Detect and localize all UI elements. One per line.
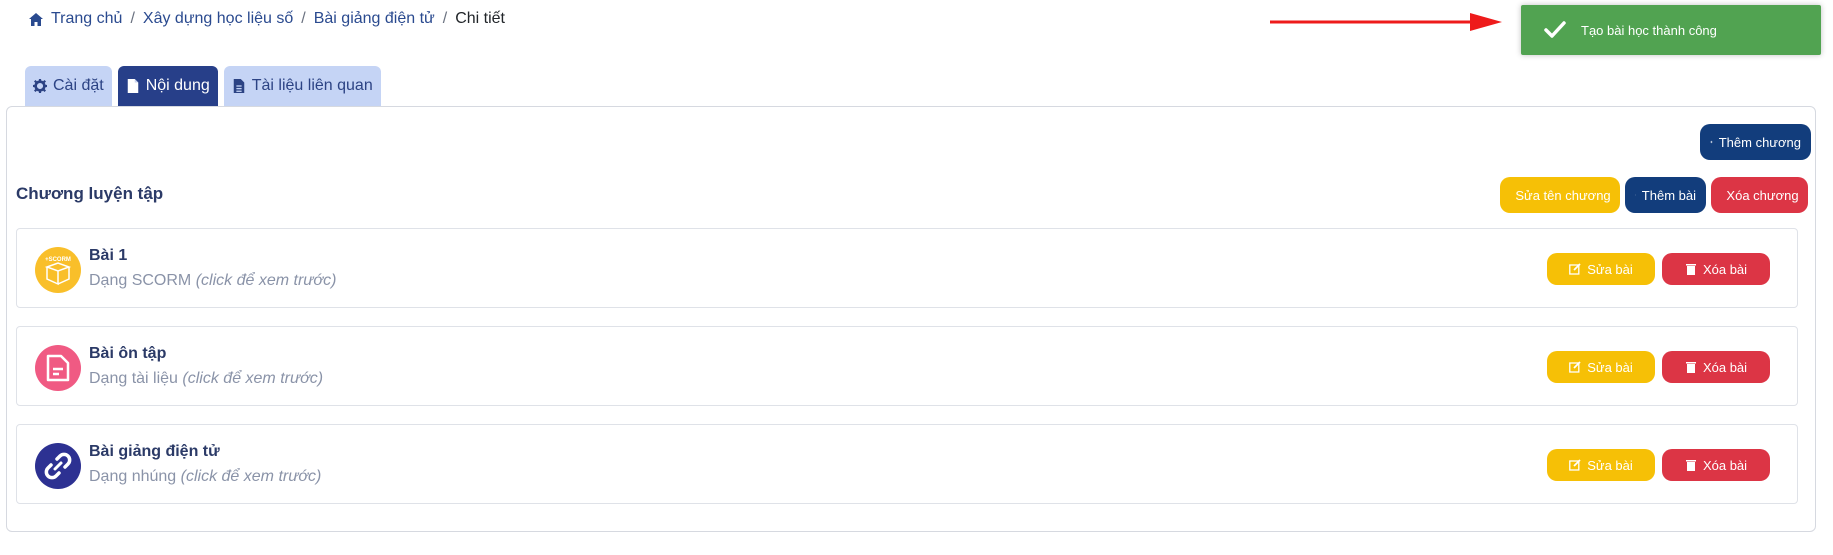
tab-settings-label: Cài đặt [53, 77, 104, 94]
breadcrumb-item-xay-dung[interactable]: Xây dựng học liệu số [143, 10, 293, 28]
delete-chapter-label: Xóa chương [1726, 187, 1799, 203]
breadcrumb-separator: / [301, 10, 306, 27]
lesson-type: Dạng nhúng [89, 468, 177, 485]
edit-lesson-label: Sửa bài [1587, 359, 1633, 375]
add-chapter-label: Thêm chương [1718, 134, 1801, 150]
link-icon [35, 443, 81, 489]
breadcrumb-current: Chi tiết [455, 10, 505, 27]
edit-lesson-button[interactable]: Sửa bài [1547, 449, 1655, 481]
breadcrumb-item-bai-giang[interactable]: Bài giảng điện tử [314, 10, 435, 28]
add-chapter-button[interactable]: Thêm chương [1700, 124, 1811, 160]
lesson-type: Dạng tài liệu [89, 370, 178, 387]
lesson-item[interactable]: Bài ôn tập Dạng tài liệu (click để xem t… [16, 326, 1798, 406]
delete-lesson-button[interactable]: Xóa bài [1662, 253, 1770, 285]
delete-lesson-label: Xóa bài [1702, 359, 1748, 375]
file-icon [127, 79, 138, 93]
breadcrumb-home[interactable]: Trang chủ [51, 10, 122, 28]
tab-bar: Cài đặt Nội dung Tài liệu liên quan [25, 66, 381, 106]
lesson-title: Bài giảng điện tử [89, 443, 220, 460]
tab-content[interactable]: Nội dung [117, 66, 218, 106]
tab-related-documents[interactable]: Tài liệu liên quan [223, 66, 381, 106]
tab-settings[interactable]: Cài đặt [25, 66, 112, 106]
delete-lesson-button[interactable]: Xóa bài [1662, 449, 1770, 481]
trash-icon [1685, 362, 1696, 373]
edit-icon [1569, 361, 1581, 373]
tab-related-documents-label: Tài liệu liên quan [251, 77, 373, 94]
lesson-type: Dạng SCORM [89, 272, 192, 289]
check-icon [1544, 21, 1566, 38]
lesson-title: Bài ôn tập [89, 345, 167, 362]
delete-chapter-button[interactable]: Xóa chương [1711, 177, 1808, 213]
lesson-preview-hint: (click để xem trước) [182, 370, 324, 387]
svg-text:+SCORM: +SCORM [45, 257, 71, 263]
edit-icon [1569, 263, 1581, 275]
document-icon [35, 345, 81, 391]
success-toast[interactable]: Tạo bài học thành công [1521, 5, 1821, 55]
delete-lesson-label: Xóa bài [1702, 261, 1748, 277]
tab-content-label: Nội dung [145, 77, 210, 94]
rename-chapter-label: Sửa tên chương [1515, 187, 1611, 203]
lesson-item[interactable]: +SCORM Bài 1 Dạng SCORM (click để xem tr… [16, 228, 1798, 308]
scorm-icon: +SCORM [35, 247, 81, 293]
lesson-preview-hint: (click để xem trước) [195, 272, 337, 289]
trash-icon [1685, 264, 1696, 275]
edit-lesson-label: Sửa bài [1587, 261, 1633, 277]
add-lesson-label: Thêm bài [1641, 187, 1696, 203]
edit-lesson-button[interactable]: Sửa bài [1547, 253, 1655, 285]
lesson-subtitle: Dạng nhúng (click để xem trước) [89, 468, 321, 486]
breadcrumb-separator: / [130, 10, 135, 27]
trash-icon [1685, 460, 1696, 471]
lesson-subtitle: Dạng SCORM (click để xem trước) [89, 272, 336, 290]
gear-icon [33, 79, 47, 93]
lesson-preview-hint: (click để xem trước) [180, 468, 322, 485]
edit-lesson-label: Sửa bài [1587, 457, 1633, 473]
breadcrumb: Trang chủ / Xây dựng học liệu số / Bài g… [29, 10, 505, 28]
chapter-title: Chương luyện tập [16, 184, 164, 203]
red-arrow-annotation [1270, 13, 1502, 31]
home-icon [29, 12, 43, 26]
lesson-title: Bài 1 [89, 247, 128, 264]
lesson-item[interactable]: Bài giảng điện tử Dạng nhúng (click để x… [16, 424, 1798, 504]
delete-lesson-button[interactable]: Xóa bài [1662, 351, 1770, 383]
rename-chapter-button[interactable]: Sửa tên chương [1500, 177, 1620, 213]
plus-icon [1635, 194, 1636, 196]
lesson-subtitle: Dạng tài liệu (click để xem trước) [89, 370, 323, 388]
delete-lesson-label: Xóa bài [1702, 457, 1748, 473]
file-text-icon [233, 79, 244, 93]
toast-message: Tạo bài học thành công [1581, 22, 1717, 38]
edit-icon [1569, 459, 1581, 471]
add-lesson-button[interactable]: Thêm bài [1625, 177, 1706, 213]
edit-lesson-button[interactable]: Sửa bài [1547, 351, 1655, 383]
plus-icon [1710, 140, 1713, 144]
breadcrumb-separator: / [442, 10, 448, 27]
